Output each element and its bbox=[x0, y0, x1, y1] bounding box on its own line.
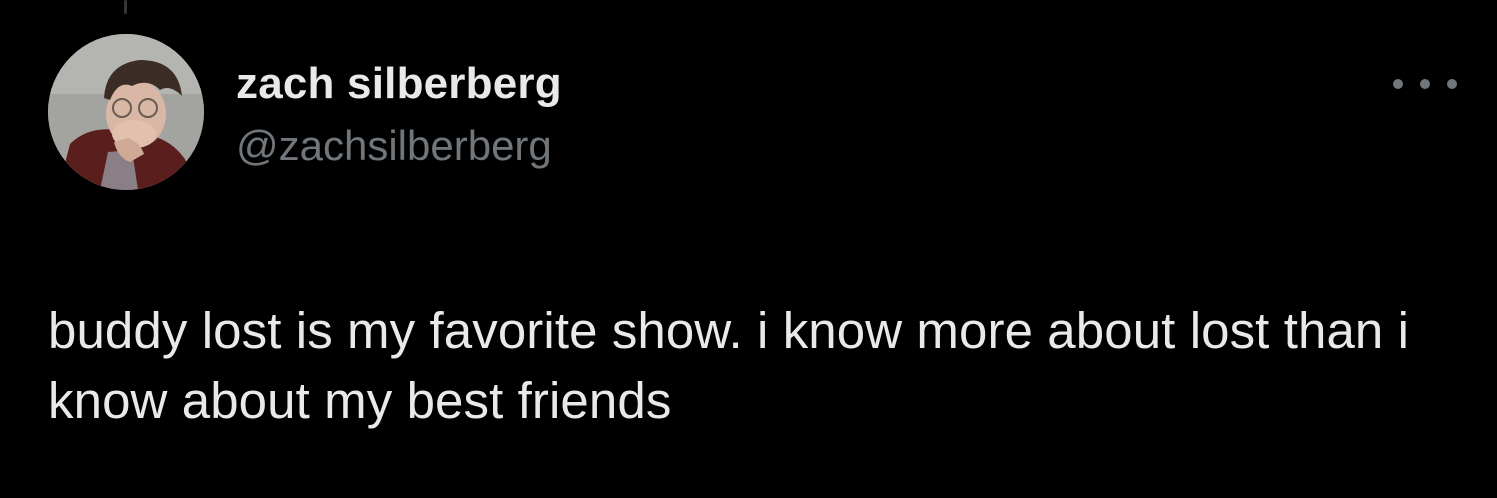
avatar-photo-icon bbox=[48, 34, 204, 190]
author-identity[interactable]: zach silberberg @zachsilberberg bbox=[236, 58, 562, 170]
ellipsis-icon bbox=[1447, 79, 1457, 89]
tweet-text: buddy lost is my favorite show. i know m… bbox=[48, 302, 1410, 429]
thread-connector-line bbox=[124, 0, 127, 14]
avatar[interactable] bbox=[48, 34, 204, 190]
more-options-button[interactable] bbox=[1393, 70, 1457, 98]
ellipsis-icon bbox=[1420, 79, 1430, 89]
author-handle[interactable]: @zachsilberberg bbox=[236, 122, 562, 170]
author-display-name[interactable]: zach silberberg bbox=[236, 58, 562, 110]
tweet-header: zach silberberg @zachsilberberg bbox=[48, 34, 1457, 194]
ellipsis-icon bbox=[1393, 79, 1403, 89]
